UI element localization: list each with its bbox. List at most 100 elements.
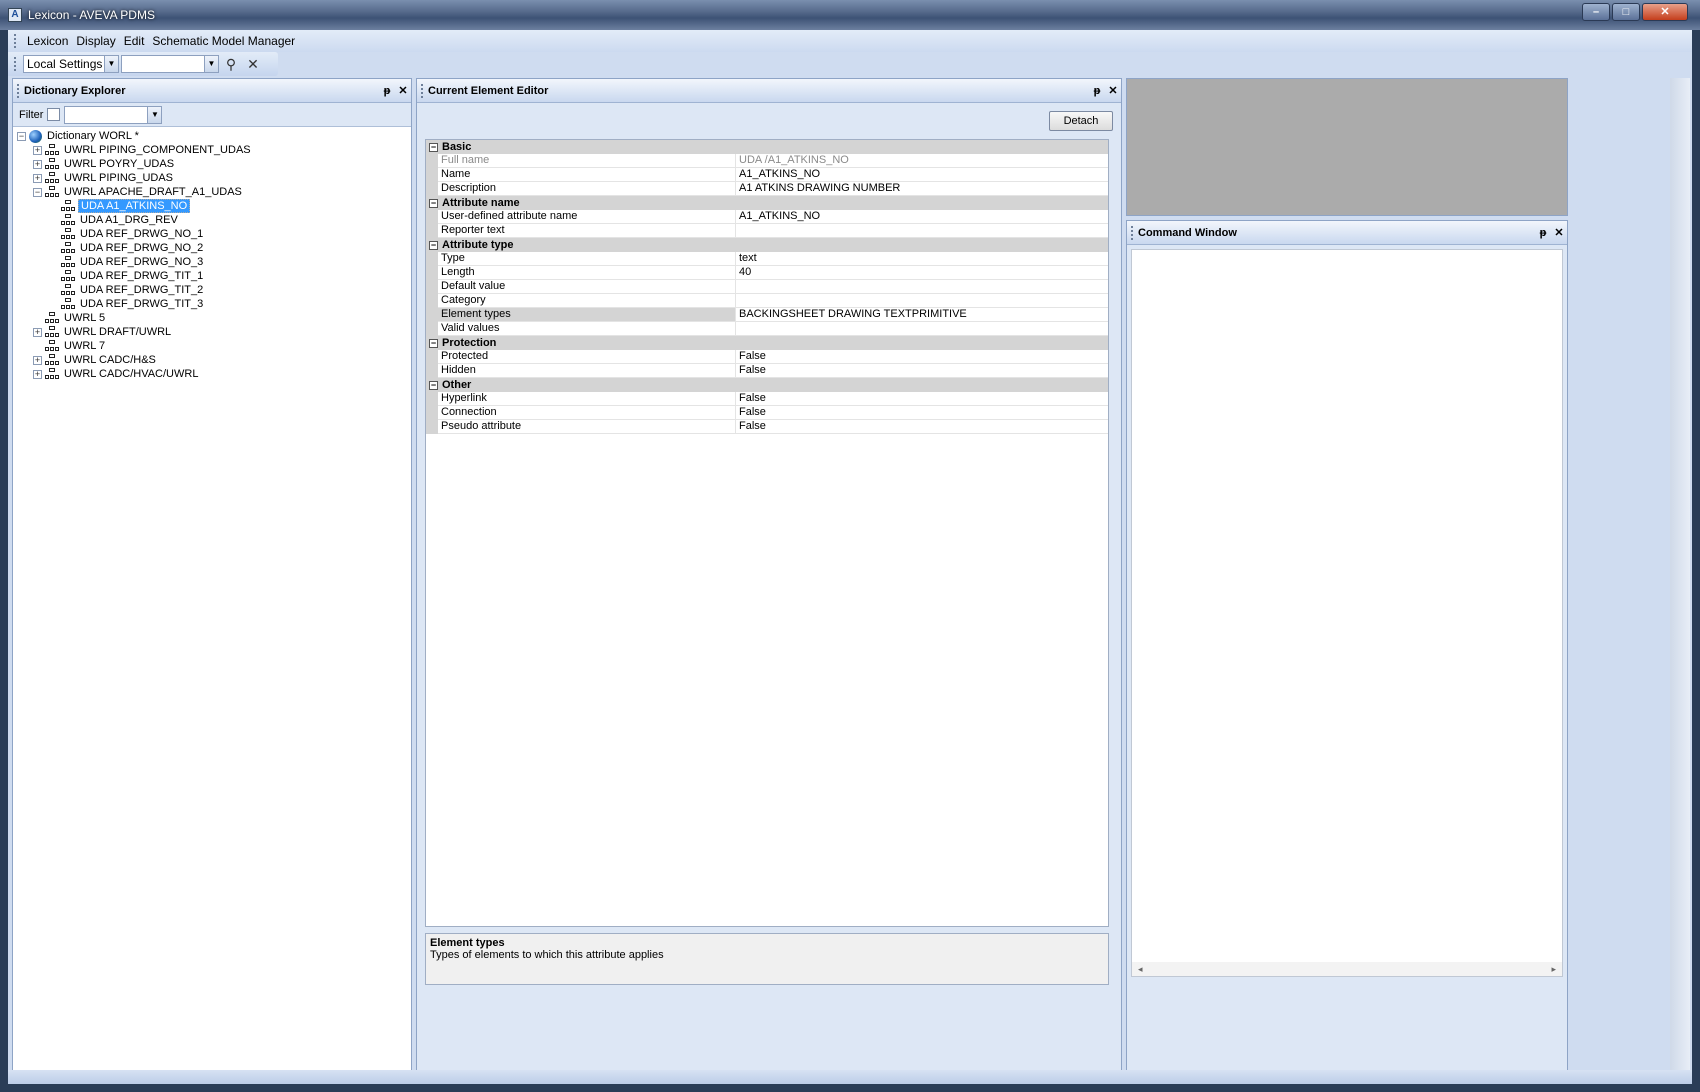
- tree-child-node[interactable]: UDA REF_DRWG_NO_3: [17, 255, 411, 269]
- property-name[interactable]: Hyperlink: [438, 392, 736, 406]
- property-row[interactable]: Reporter text: [426, 224, 1108, 238]
- expand-icon[interactable]: +: [33, 327, 42, 337]
- toolbar-grip-icon[interactable]: [14, 57, 17, 71]
- tree-node-label[interactable]: UWRL CADC/HVAC/UWRL: [62, 368, 200, 380]
- pin-icon[interactable]: ᵽ: [379, 85, 395, 97]
- property-row[interactable]: Valid values: [426, 322, 1108, 336]
- tree-node-label[interactable]: UWRL DRAFT/UWRL: [62, 326, 173, 338]
- tree-node[interactable]: + UWRL DRAFT/UWRL: [17, 325, 411, 339]
- tree-child-label[interactable]: UDA REF_DRWG_TIT_2: [78, 284, 205, 296]
- collapse-icon[interactable]: −: [429, 240, 438, 250]
- tree-node[interactable]: + UWRL CADC/H&S: [17, 353, 411, 367]
- detach-button[interactable]: Detach: [1049, 111, 1113, 131]
- tree-node[interactable]: + UWRL PIPING_COMPONENT_UDAS: [17, 143, 411, 157]
- settings-dropdown[interactable]: Local Settings ▼: [23, 55, 119, 73]
- menubar-grip-icon[interactable]: [14, 34, 17, 48]
- property-name[interactable]: Length: [438, 266, 736, 280]
- expand-icon[interactable]: +: [33, 369, 42, 379]
- tree-child-label[interactable]: UDA A1_DRG_REV: [78, 214, 180, 226]
- property-row[interactable]: Hidden False: [426, 364, 1108, 378]
- property-name[interactable]: Default value: [438, 280, 736, 294]
- property-value[interactable]: text: [736, 252, 1108, 266]
- close-icon[interactable]: ✕: [395, 84, 411, 97]
- menu-lexicon[interactable]: Lexicon: [23, 30, 72, 52]
- pin-icon[interactable]: ᵽ: [1535, 227, 1551, 239]
- property-value[interactable]: A1_ATKINS_NO: [736, 168, 1108, 182]
- tree-node-label[interactable]: UWRL 5: [62, 312, 107, 324]
- property-row[interactable]: Type text: [426, 252, 1108, 266]
- property-name[interactable]: Hidden: [438, 364, 736, 378]
- horizontal-scrollbar[interactable]: ◂ ▸: [1132, 962, 1562, 976]
- property-row[interactable]: Connection False: [426, 406, 1108, 420]
- menu-schematic-model-manager[interactable]: Schematic Model Manager: [148, 30, 299, 52]
- scroll-right-icon[interactable]: ▸: [1551, 962, 1556, 976]
- property-category[interactable]: − Attribute name: [426, 196, 1108, 210]
- property-value[interactable]: [736, 224, 1108, 238]
- scroll-left-icon[interactable]: ◂: [1138, 962, 1143, 976]
- property-name[interactable]: Connection: [438, 406, 736, 420]
- tree-child-node[interactable]: UDA REF_DRWG_NO_1: [17, 227, 411, 241]
- tree-child-node[interactable]: UDA A1_ATKINS_NO: [17, 199, 411, 213]
- property-value[interactable]: [736, 280, 1108, 294]
- tree-node[interactable]: UWRL 7: [17, 339, 411, 353]
- maximize-button[interactable]: □: [1612, 3, 1640, 21]
- panel-grip-icon[interactable]: [421, 83, 424, 98]
- filter-checkbox[interactable]: [47, 108, 61, 121]
- property-row[interactable]: Element types BACKINGSHEET DRAWING TEXTPR…: [426, 308, 1108, 322]
- property-value[interactable]: A1_ATKINS_NO: [736, 210, 1108, 224]
- property-row[interactable]: Full name UDA /A1_ATKINS_NO: [426, 154, 1108, 168]
- property-category[interactable]: − Attribute type: [426, 238, 1108, 252]
- close-icon[interactable]: ✕: [1551, 226, 1567, 239]
- property-value[interactable]: [736, 294, 1108, 308]
- tree-node[interactable]: + UWRL POYRY_UDAS: [17, 157, 411, 171]
- expand-icon[interactable]: +: [33, 173, 42, 183]
- property-value[interactable]: False: [736, 420, 1108, 434]
- property-name[interactable]: Full name: [438, 154, 736, 168]
- menu-edit[interactable]: Edit: [120, 30, 149, 52]
- property-value[interactable]: False: [736, 406, 1108, 420]
- menu-display[interactable]: Display: [72, 30, 119, 52]
- property-name[interactable]: Category: [438, 294, 736, 308]
- tree-child-label[interactable]: UDA REF_DRWG_TIT_3: [78, 298, 205, 310]
- settings-secondary-dropdown[interactable]: ▼: [121, 55, 219, 73]
- property-category[interactable]: − Protection: [426, 336, 1108, 350]
- close-window-button[interactable]: ✕: [1642, 3, 1688, 21]
- property-row[interactable]: Length 40: [426, 266, 1108, 280]
- close-icon[interactable]: ✕: [1105, 84, 1121, 97]
- binoculars-icon[interactable]: ⚲: [221, 54, 241, 74]
- tree-node-label[interactable]: UWRL PIPING_UDAS: [62, 172, 175, 184]
- property-value[interactable]: 40: [736, 266, 1108, 280]
- property-value[interactable]: False: [736, 392, 1108, 406]
- property-name[interactable]: Pseudo attribute: [438, 420, 736, 434]
- property-row[interactable]: Category: [426, 294, 1108, 308]
- expand-icon[interactable]: +: [33, 159, 42, 169]
- property-row[interactable]: User-defined attribute name A1_ATKINS_NO: [426, 210, 1108, 224]
- collapse-icon[interactable]: −: [429, 380, 438, 390]
- filter-dropdown[interactable]: ▼: [64, 105, 163, 124]
- tree-node-label[interactable]: UWRL 7: [62, 340, 107, 352]
- chevron-down-icon[interactable]: ▼: [147, 106, 162, 123]
- collapse-icon[interactable]: −: [429, 198, 438, 208]
- property-value[interactable]: False: [736, 364, 1108, 378]
- property-name[interactable]: Protected: [438, 350, 736, 364]
- property-value[interactable]: [736, 322, 1108, 336]
- vertical-scrollbar[interactable]: [1670, 78, 1690, 1084]
- property-row[interactable]: Default value: [426, 280, 1108, 294]
- tree-node[interactable]: + UWRL PIPING_UDAS: [17, 171, 411, 185]
- property-value[interactable]: BACKINGSHEET DRAWING TEXTPRIMITIVE: [736, 308, 1108, 322]
- expand-icon[interactable]: +: [33, 355, 42, 365]
- tree-child-node[interactable]: UDA REF_DRWG_TIT_3: [17, 297, 411, 311]
- tree-root[interactable]: − Dictionary WORL *: [17, 129, 411, 143]
- tree-child-node[interactable]: UDA REF_DRWG_TIT_2: [17, 283, 411, 297]
- tree-node-label[interactable]: UWRL APACHE_DRAFT_A1_UDAS: [62, 186, 244, 198]
- property-row[interactable]: Name A1_ATKINS_NO: [426, 168, 1108, 182]
- property-value[interactable]: A1 ATKINS DRAWING NUMBER: [736, 182, 1108, 196]
- tree-child-node[interactable]: UDA REF_DRWG_TIT_1: [17, 269, 411, 283]
- property-name[interactable]: Type: [438, 252, 736, 266]
- property-name[interactable]: Element types: [438, 308, 736, 322]
- minimize-button[interactable]: –: [1582, 3, 1610, 21]
- property-name[interactable]: User-defined attribute name: [438, 210, 736, 224]
- pin-icon[interactable]: ᵽ: [1089, 85, 1105, 97]
- chevron-down-icon[interactable]: ▼: [104, 56, 118, 72]
- property-name[interactable]: Description: [438, 182, 736, 196]
